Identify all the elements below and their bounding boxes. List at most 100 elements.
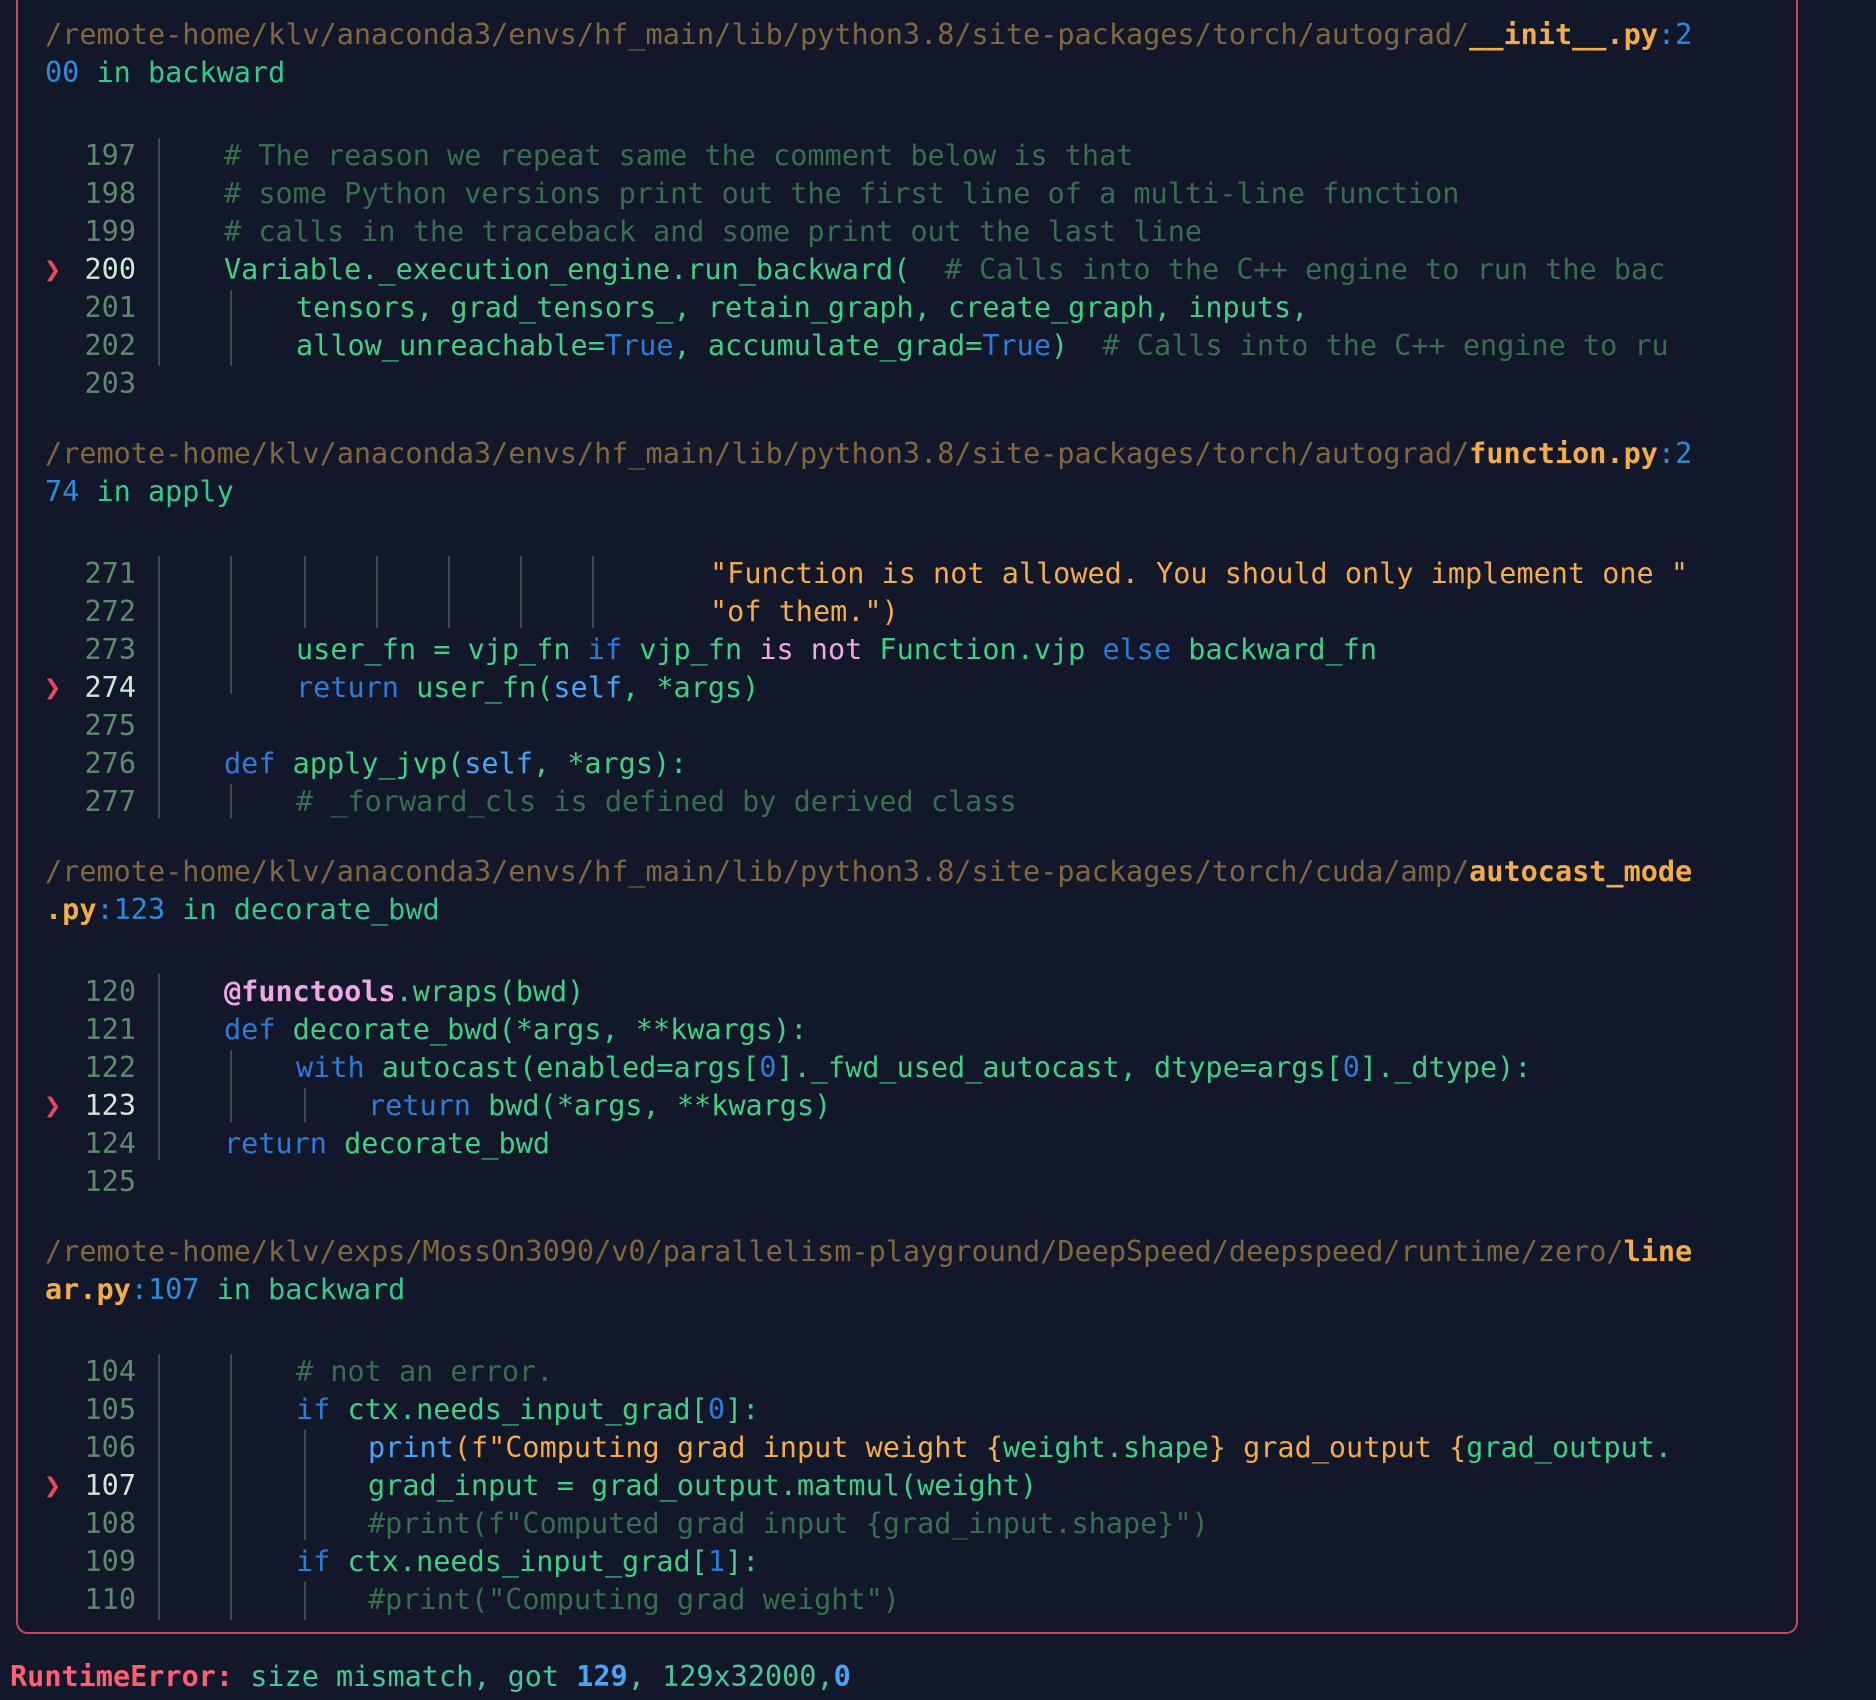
code-keyword: True <box>982 329 1051 362</box>
line-number: 105 <box>84 1393 136 1426</box>
frame-line-number-cont: 74 <box>45 475 80 508</box>
current-line-marker: ❯ <box>44 671 62 704</box>
code-text: # The reason we repeat same the comment … <box>224 139 1134 172</box>
code-text: # some Python versions print out the fir… <box>224 177 1460 210</box>
current-line-marker: ❯ <box>44 1089 62 1122</box>
code-keyword: return <box>296 671 399 704</box>
line-number: 198 <box>84 177 136 210</box>
code-operator: is not <box>759 633 863 666</box>
code-line: 277 # _forward_cls is defined by derived … <box>0 783 1800 821</box>
code-text: grad_input = grad_output.matmul(weight) <box>368 1469 1038 1502</box>
code-text: ctx.needs_input_grad[ <box>330 1545 708 1578</box>
line-number: 197 <box>84 139 136 172</box>
code-keyword: def <box>224 747 276 780</box>
frame-func: in apply <box>79 475 234 508</box>
code-string: (f"Computing grad input weight { <box>453 1431 1003 1464</box>
frame-path: /remote-home/klv/anaconda3/envs/hf_main/… <box>45 16 1692 54</box>
code-keyword: else <box>1102 633 1172 666</box>
code-line-current: ❯ 123 return bwd(*args, **kwargs) <box>0 1087 1800 1125</box>
code-string: "Function is not allowed. You should onl… <box>710 557 1689 590</box>
code-keyword: if <box>587 633 623 666</box>
code-text: , accumulate_grad= <box>673 329 983 362</box>
terminal-window: /remote-home/klv/anaconda3/envs/hf_main/… <box>0 0 1876 1700</box>
code-string: "of them.") <box>710 595 899 628</box>
code-comment: # Calls into the C++ engine to ru <box>1068 329 1669 362</box>
frame-line-number: :2 <box>1657 18 1693 51</box>
code-text: # calls in the traceback and some print … <box>224 215 1203 248</box>
code-keyword: True <box>604 329 674 362</box>
frame-line-number-cont: 00 <box>45 56 80 89</box>
code-line-current: ❯ 200 Variable._execution_engine.run_backw… <box>0 251 1800 289</box>
line-number: 275 <box>84 709 136 742</box>
frame-file: function.py <box>1469 437 1658 470</box>
frame-dir: /remote-home/klv/exps/MossOn3090/v0/para… <box>45 1235 1624 1268</box>
code-text: bwd(*args, **kwargs) <box>470 1089 832 1122</box>
code-line: 203 <box>0 365 1800 403</box>
code-comment: # _forward_cls is defined by derived cla… <box>296 785 1017 818</box>
code-self: self <box>553 671 623 704</box>
code-text: allow_unreachable= <box>296 329 605 362</box>
code-line-current: ❯ 107 grad_input = grad_output.matmul(weig… <box>0 1467 1800 1505</box>
frame-dir: /remote-home/klv/anaconda3/envs/hf_main/… <box>45 437 1470 470</box>
code-line: 276 def apply_jvp(self, *args): <box>0 745 1800 783</box>
error-number: 129 <box>576 1660 628 1693</box>
code-line: 202 allow_unreachable=True, accumulate_gr… <box>0 327 1800 365</box>
error-text: , 129x32000, <box>627 1660 834 1693</box>
line-number: 272 <box>84 595 136 628</box>
code-text: tensors, grad_tensors_, retain_graph, cr… <box>296 291 1309 324</box>
code-line: 122 with autocast(enabled=args[0]._fwd_us… <box>0 1049 1800 1087</box>
error-text: size mismatch, got <box>233 1660 577 1693</box>
line-number: 274 <box>84 671 136 704</box>
code-keyword: with <box>296 1051 365 1084</box>
code-number: 1 <box>707 1545 725 1578</box>
code-line: 125 <box>0 1163 1800 1201</box>
code-text: ]._fwd_used_autocast, dtype=args[ <box>776 1051 1343 1084</box>
error-message: RuntimeError: size mismatch, got 129, 12… <box>10 1658 851 1696</box>
line-number: 277 <box>84 785 136 818</box>
code-line: 272 "of them.") <box>0 593 1800 631</box>
line-number: 273 <box>84 633 136 666</box>
code-number: 0 <box>1342 1051 1360 1084</box>
frame-func-line: .py:123 in decorate_bwd <box>45 891 440 929</box>
line-number: 199 <box>84 215 136 248</box>
frame-file: __init__.py <box>1469 18 1658 51</box>
code-text: ctx.needs_input_grad[ <box>330 1393 708 1426</box>
line-number: 108 <box>84 1507 136 1540</box>
code-line: 201 tensors, grad_tensors_, retain_graph,… <box>0 289 1800 327</box>
code-text: decorate_bwd(*args, **kwargs): <box>275 1013 808 1046</box>
line-number: 203 <box>84 367 136 400</box>
code-self: self <box>464 747 533 780</box>
code-comment: # Calls into the C++ engine to run the b… <box>910 253 1666 286</box>
code-text: ]: <box>725 1393 760 1426</box>
code-line: 105 if ctx.needs_input_grad[0]: <box>0 1391 1800 1429</box>
code-text: apply_jvp( <box>275 747 465 780</box>
line-number: 110 <box>84 1583 136 1616</box>
line-number: 122 <box>84 1051 136 1084</box>
code-text: user_fn( <box>398 671 554 704</box>
code-text: Function.vjp <box>862 633 1103 666</box>
code-line: 106 print(f"Computing grad input weight {… <box>0 1429 1800 1467</box>
code-line: 124 return decorate_bwd <box>0 1125 1800 1163</box>
code-text: , *args): <box>532 747 688 780</box>
frame-file: autocast_mode <box>1469 855 1693 888</box>
current-line-marker: ❯ <box>44 1469 62 1502</box>
code-comment: #print(f"Computed grad input {grad_input… <box>368 1507 1209 1540</box>
frame-func: in backward <box>79 56 286 89</box>
code-line: 271 "Function is not allowed. You should … <box>0 555 1800 593</box>
frame-dir: /remote-home/klv/anaconda3/envs/hf_main/… <box>45 18 1470 51</box>
error-type: RuntimeError: <box>10 1660 234 1693</box>
line-number: 201 <box>84 291 136 324</box>
frame-file: line <box>1623 1235 1693 1268</box>
line-number: 124 <box>84 1127 136 1160</box>
frame-func-line: 00 in backward <box>45 54 285 92</box>
code-text: weight.shape <box>1002 1431 1209 1464</box>
frame-file-cont: ar.py <box>45 1273 131 1306</box>
line-number: 120 <box>84 975 136 1008</box>
code-number: 0 <box>707 1393 725 1426</box>
code-line: 198 # some Python versions print out the … <box>0 175 1800 213</box>
code-text: ]._dtype): <box>1359 1051 1532 1084</box>
frame-func: in backward <box>199 1273 406 1306</box>
code-keyword: if <box>296 1545 331 1578</box>
current-line-marker: ❯ <box>44 253 62 286</box>
line-number: 123 <box>84 1089 136 1122</box>
